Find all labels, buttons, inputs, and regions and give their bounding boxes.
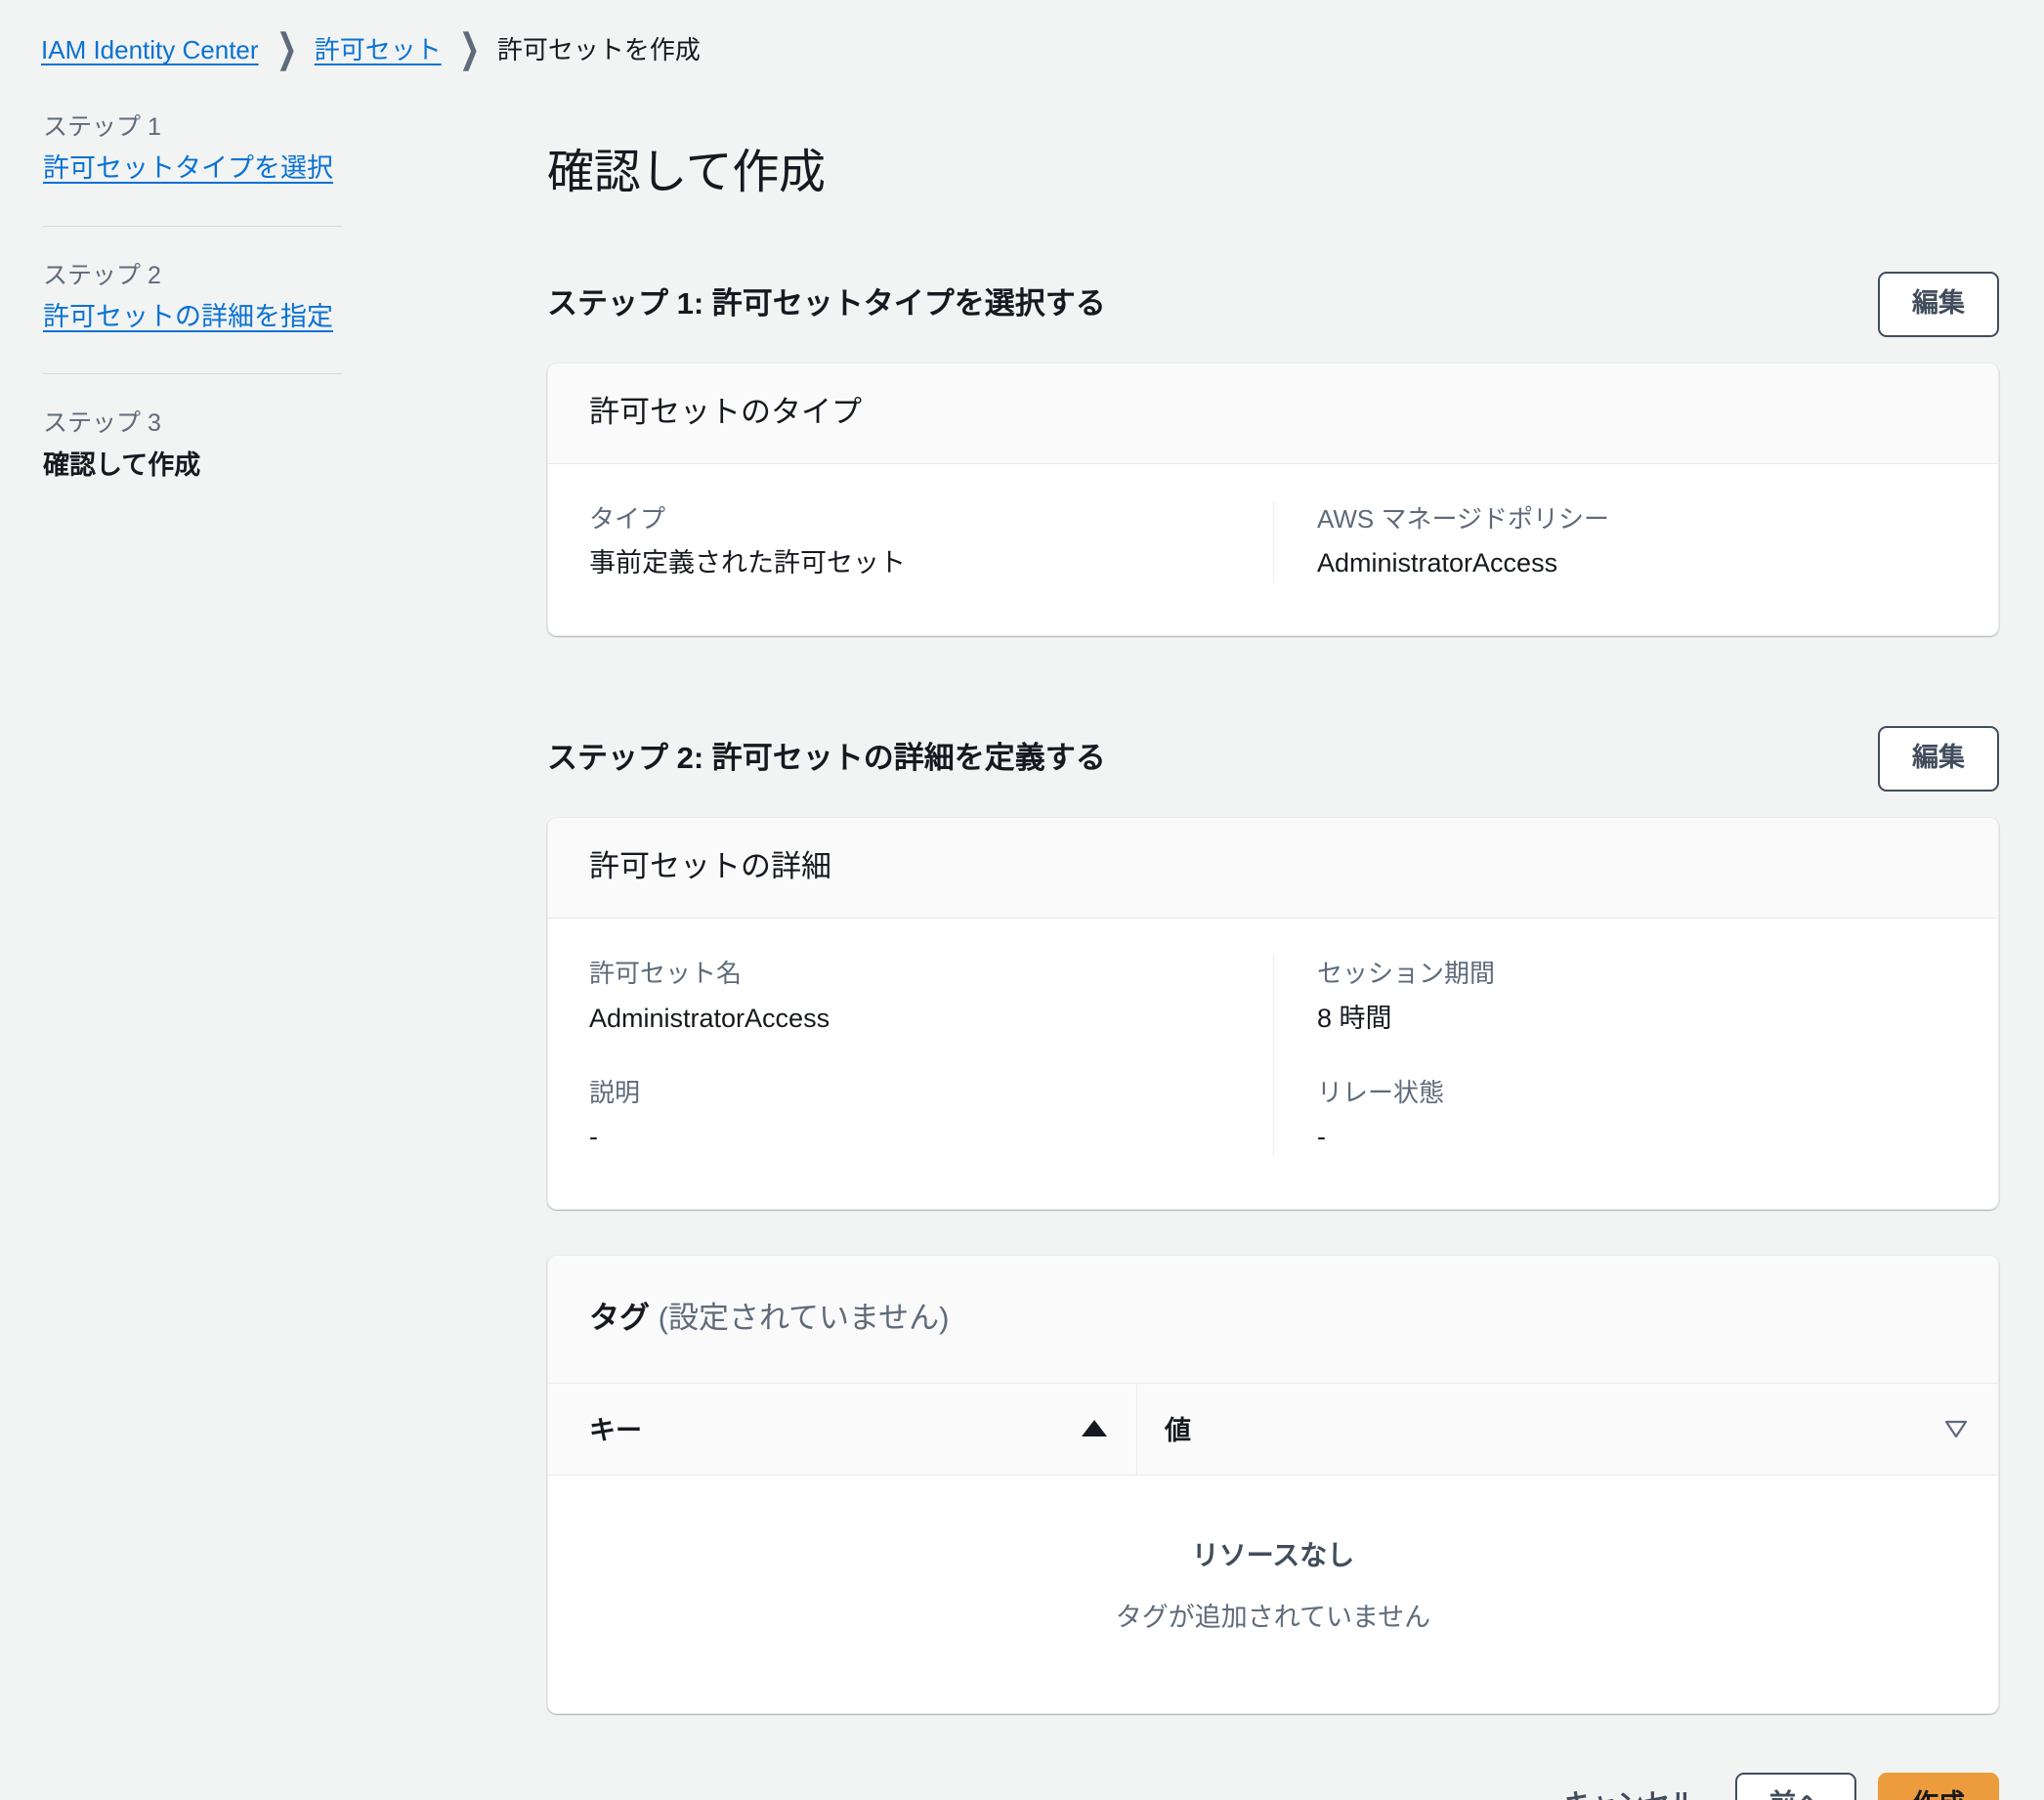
field-relay-state-value: - xyxy=(1317,1121,1326,1151)
page-layout: ステップ 1 許可セットタイプを選択 ステップ 2 許可セットの詳細を指定 ステ… xyxy=(0,64,2044,1800)
tags-empty-title: リソースなし xyxy=(1191,1540,1355,1571)
page-title: 確認して作成 xyxy=(547,147,826,198)
permission-set-details-left-column: 許可セット名 AdministratorAccess 説明 - xyxy=(589,956,1273,1155)
permission-set-type-fields: タイプ 事前定義された許可セット AWS マネージドポリシー Administr… xyxy=(589,500,1957,583)
sort-ascending-icon xyxy=(1082,1420,1107,1437)
field-type-value: 事前定義された許可セット xyxy=(589,548,906,579)
step1-edit-button[interactable]: 編集 xyxy=(1878,271,1999,337)
tags-column-header-key-label: キー xyxy=(589,1416,642,1446)
step1-section-title: ステップ 1: 許可セットタイプを選択する xyxy=(547,285,1106,321)
field-session-duration: セッション期間 8 時間 xyxy=(1317,956,1957,1037)
wizard-navigation: ステップ 1 許可セットタイプを選択 ステップ 2 許可セットの詳細を指定 ステ… xyxy=(0,109,547,489)
permission-set-type-right-column: AWS マネージドポリシー AdministratorAccess xyxy=(1273,500,1957,583)
field-aws-managed-policy: AWS マネージドポリシー AdministratorAccess xyxy=(1317,501,1957,582)
step2-section-title: ステップ 2: 許可セットの詳細を定義する xyxy=(547,741,1106,776)
field-description: 説明 - xyxy=(589,1075,1234,1156)
permission-set-type-card: 許可セットのタイプ タイプ 事前定義された許可セット AWS マネージドポリシー… xyxy=(547,362,1999,637)
permission-set-details-right-column: セッション期間 8 時間 リレー状態 - xyxy=(1273,956,1957,1156)
permission-set-details-card: 許可セットの詳細 許可セット名 AdministratorAccess 説明 - xyxy=(547,817,1999,1210)
tags-table-header-row: キー 値 xyxy=(548,1384,1998,1477)
wizard-divider xyxy=(43,373,342,375)
tags-subtitle-text: (設定されていません) xyxy=(658,1300,950,1335)
field-permission-set-name: 許可セット名 AdministratorAccess xyxy=(589,956,1234,1037)
permission-set-type-card-header: 許可セットのタイプ xyxy=(548,363,1998,464)
field-relay-state: リレー状態 - xyxy=(1317,1075,1957,1156)
tags-table-empty-state: リソースなし タグが追加されていません xyxy=(548,1476,1998,1714)
permission-set-type-left-column: タイプ 事前定義された許可セット xyxy=(589,501,1273,582)
field-session-duration-value: 8 時間 xyxy=(1317,1003,1392,1033)
tags-column-header-key[interactable]: キー xyxy=(548,1384,1136,1475)
chevron-right-icon: ❯ xyxy=(276,27,297,71)
field-aws-managed-policy-value: AdministratorAccess xyxy=(1317,548,1558,579)
step1-section-header: ステップ 1: 許可セットタイプを選択する 編集 xyxy=(547,271,1999,337)
wizard-step-2-number: ステップ 2 xyxy=(43,261,161,289)
field-permission-set-name-label: 許可セット名 xyxy=(589,959,743,989)
field-description-label: 説明 xyxy=(589,1077,641,1107)
wizard-step-1-number: ステップ 1 xyxy=(43,113,161,141)
permission-set-details-card-header: 許可セットの詳細 xyxy=(548,818,1998,920)
step2-edit-button[interactable]: 編集 xyxy=(1878,726,1999,793)
cancel-button[interactable]: キャンセル xyxy=(1547,1775,1714,1800)
wizard-step-3: ステップ 3 確認して作成 xyxy=(43,406,547,489)
previous-button[interactable]: 前へ xyxy=(1735,1773,1856,1800)
tags-title-text: タグ xyxy=(589,1300,650,1335)
field-permission-set-name-value: AdministratorAccess xyxy=(589,1003,830,1033)
chevron-right-icon: ❯ xyxy=(458,27,480,71)
main-content: 確認して作成 ステップ 1: 許可セットタイプを選択する 編集 許可セットのタイ… xyxy=(547,109,2044,1800)
field-relay-state-label: リレー状態 xyxy=(1317,1077,1445,1107)
sort-descending-outline-icon xyxy=(1943,1416,1969,1441)
wizard-step-3-number: ステップ 3 xyxy=(43,409,161,438)
step2-section-header: ステップ 2: 許可セットの詳細を定義する 編集 xyxy=(547,726,1999,793)
form-actions: キャンセル 前へ 作成 xyxy=(547,1773,1999,1800)
breadcrumb-item-iam-identity-center[interactable]: IAM Identity Center xyxy=(41,37,259,63)
wizard-step-2-label[interactable]: 許可セットの詳細を指定 xyxy=(43,299,333,334)
field-aws-managed-policy-label: AWS マネージドポリシー xyxy=(1317,503,1609,534)
tags-card-title: タグ (設定されていません) xyxy=(589,1299,1957,1338)
wizard-divider xyxy=(43,225,342,227)
permission-set-type-card-title: 許可セットのタイプ xyxy=(589,394,862,429)
permission-set-type-card-body: タイプ 事前定義された許可セット AWS マネージドポリシー Administr… xyxy=(548,464,1998,635)
tags-card-header: タグ (設定されていません) xyxy=(548,1255,1998,1385)
tags-card: タグ (設定されていません) キー 値 リソースなし タグが追加されていません xyxy=(547,1254,1999,1715)
tags-empty-description: タグが追加されていません xyxy=(1115,1603,1431,1633)
field-type-label: タイプ xyxy=(589,503,666,534)
field-session-duration-label: セッション期間 xyxy=(1317,959,1496,989)
breadcrumb-item-create-permission-set: 許可セットを作成 xyxy=(496,35,701,64)
tags-column-header-value[interactable]: 値 xyxy=(1136,1384,1998,1476)
tags-column-header-value-label: 値 xyxy=(1165,1416,1191,1446)
wizard-step-2: ステップ 2 許可セットの詳細を指定 xyxy=(43,258,547,341)
breadcrumb-item-permission-sets[interactable]: 許可セット xyxy=(315,37,442,63)
permission-set-details-fields: 許可セット名 AdministratorAccess 説明 - セッション期間 … xyxy=(589,956,1957,1156)
breadcrumb: IAM Identity Center ❯ 許可セット ❯ 許可セットを作成 xyxy=(0,0,2044,69)
field-description-value: - xyxy=(589,1121,598,1151)
field-type: タイプ 事前定義された許可セット xyxy=(589,501,1234,582)
permission-set-details-card-title: 許可セットの詳細 xyxy=(589,849,831,884)
wizard-step-1: ステップ 1 許可セットタイプを選択 xyxy=(43,109,547,193)
create-button[interactable]: 作成 xyxy=(1878,1773,1999,1800)
permission-set-details-card-body: 許可セット名 AdministratorAccess 説明 - セッション期間 … xyxy=(548,919,1998,1208)
wizard-step-3-label: 確認して作成 xyxy=(43,450,201,480)
wizard-step-1-label[interactable]: 許可セットタイプを選択 xyxy=(43,150,333,186)
